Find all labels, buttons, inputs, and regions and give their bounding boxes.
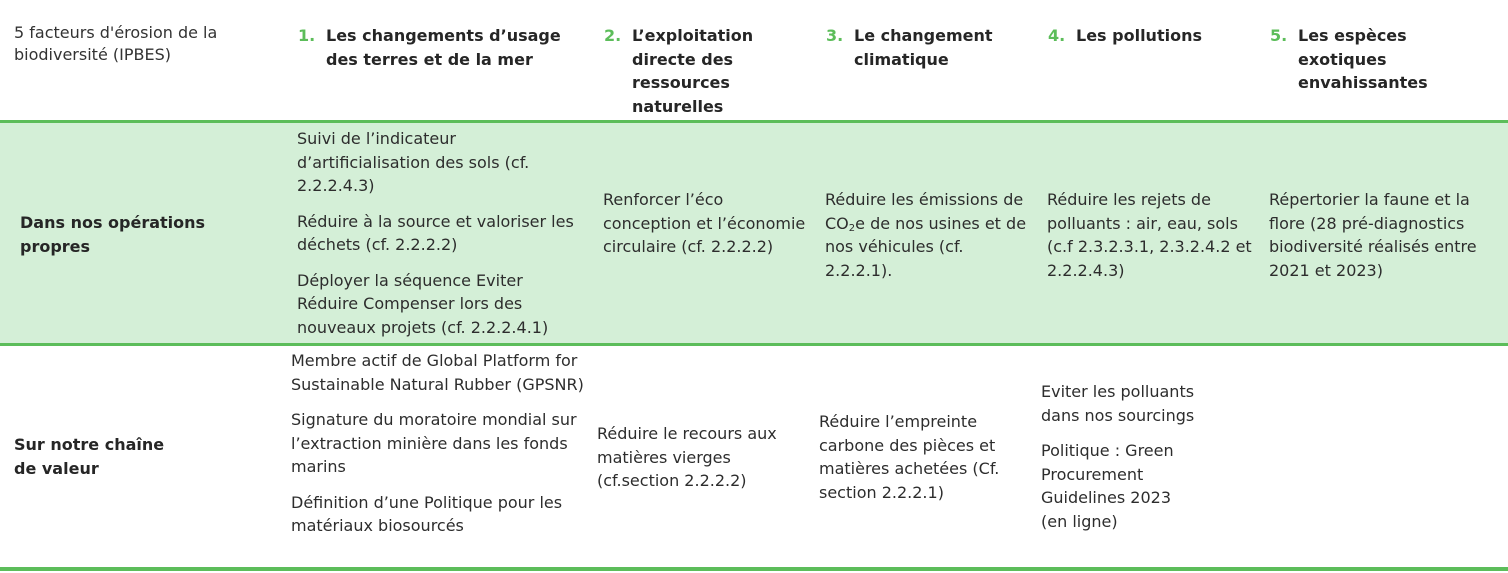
column-title: Le changement climatique	[854, 26, 993, 69]
row-label-value-chain: Sur notre chaîne de valeur	[14, 433, 214, 480]
cell-ops-col1: Suivi de l’indicateur d’artificialisatio…	[297, 127, 585, 339]
column-title: L’exploitation directe des ressources na…	[632, 26, 754, 116]
cell-text: e de nos usines et de nos véhicules (cf.…	[825, 213, 1027, 280]
cell-paragraph: Politique : Green Procurement Guidelines…	[1041, 441, 1174, 531]
header-column-2: 2. L’exploitation directe des ressources…	[604, 24, 804, 118]
column-number: 2.	[604, 26, 622, 45]
cell-ops-col4: Réduire les rejets de polluants : air, e…	[1047, 188, 1262, 282]
cell-paragraph: Eviter les polluants dans nos sourcings	[1041, 382, 1195, 425]
row-label-text: Dans nos opérations propres	[20, 213, 206, 256]
cell-paragraph: Membre actif de Global Platform for Sust…	[291, 351, 584, 394]
table-bottom-border	[0, 567, 1508, 571]
header-divider	[0, 120, 1508, 123]
cell-paragraph: Renforcer l’éco conception et l’économie…	[603, 190, 806, 256]
cell-ops-col5: Répertorier la faune et la flore (28 pré…	[1269, 188, 1504, 282]
cell-chain-col2: Réduire le recours aux matières vierges …	[597, 422, 805, 493]
column-number: 1.	[298, 26, 316, 45]
header-label-text: 5 facteurs d'érosion de la biodiversité …	[14, 23, 218, 64]
column-title: Les pollutions	[1076, 26, 1202, 45]
header-label: 5 facteurs d'érosion de la biodiversité …	[14, 22, 259, 66]
column-number: 4.	[1048, 26, 1066, 45]
cell-chain-col4: Eviter les polluants dans nos sourcings …	[1041, 380, 1226, 533]
cell-paragraph: Signature du moratoire mondial sur l’ext…	[291, 410, 577, 476]
cell-paragraph: Déployer la séquence Eviter Réduire Comp…	[297, 270, 549, 337]
cell-paragraph: Définition d’une Politique pour les maté…	[291, 492, 563, 536]
cell-paragraph: Suivi de l’indicateur d’artificialisatio…	[297, 129, 530, 195]
cell-paragraph: Réduire les émissions de CO2e de nos usi…	[825, 188, 1030, 282]
column-number: 3.	[826, 26, 844, 45]
cell-paragraph: Réduire le recours aux matières vierges …	[597, 424, 777, 490]
cell-ops-col3: Réduire les émissions de CO2e de nos usi…	[825, 188, 1030, 282]
header-column-1: 1. Les changements d’usage des terres et…	[298, 24, 578, 71]
header-column-3: 3. Le changement climatique	[826, 24, 1026, 71]
column-number: 5.	[1270, 26, 1288, 45]
header-column-5: 5. Les espèces exotiques envahissantes	[1270, 24, 1500, 95]
cell-paragraph: Réduire l’empreinte carbone des pièces e…	[819, 412, 1000, 502]
column-title: Les espèces exotiques envahissantes	[1298, 26, 1428, 92]
row-label-text: Sur notre chaîne de valeur	[14, 435, 165, 478]
cell-paragraph: Réduire à la source et valoriser les déc…	[297, 211, 574, 255]
cell-chain-col1: Membre actif de Global Platform for Sust…	[291, 349, 591, 538]
cell-paragraph: Répertorier la faune et la flore (28 pré…	[1269, 190, 1477, 280]
cell-ops-col2: Renforcer l’éco conception et l’économie…	[603, 188, 808, 259]
column-title: Les changements d’usage des terres et de…	[326, 26, 561, 69]
cell-paragraph: Réduire les rejets de polluants : air, e…	[1047, 190, 1252, 280]
row-divider	[0, 343, 1508, 346]
row-label-operations: Dans nos opérations propres	[20, 211, 240, 258]
header-column-4: 4. Les pollutions	[1048, 24, 1248, 48]
cell-chain-col3: Réduire l’empreinte carbone des pièces e…	[819, 410, 1029, 504]
